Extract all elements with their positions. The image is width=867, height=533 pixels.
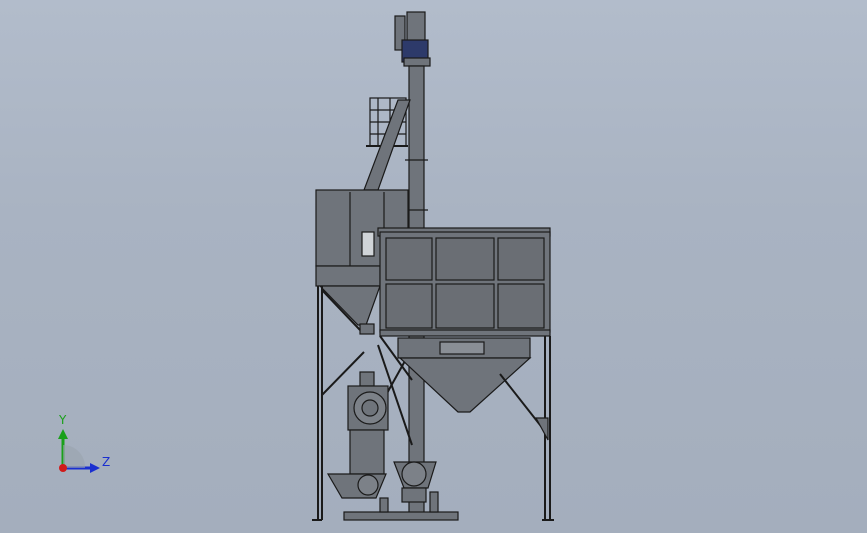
- graphics-viewport[interactable]: Y Z: [0, 0, 867, 533]
- y-axis-label: Y: [59, 413, 67, 427]
- z-axis-label: Z: [102, 455, 111, 469]
- main-bin: [377, 227, 551, 413]
- elevator-head: [394, 11, 431, 67]
- model-frame: [312, 11, 554, 521]
- lower-machine: [326, 371, 389, 499]
- orientation-triad: Y Z: [40, 405, 120, 485]
- triad-axes: [58, 429, 100, 473]
- cad-model[interactable]: [0, 0, 867, 533]
